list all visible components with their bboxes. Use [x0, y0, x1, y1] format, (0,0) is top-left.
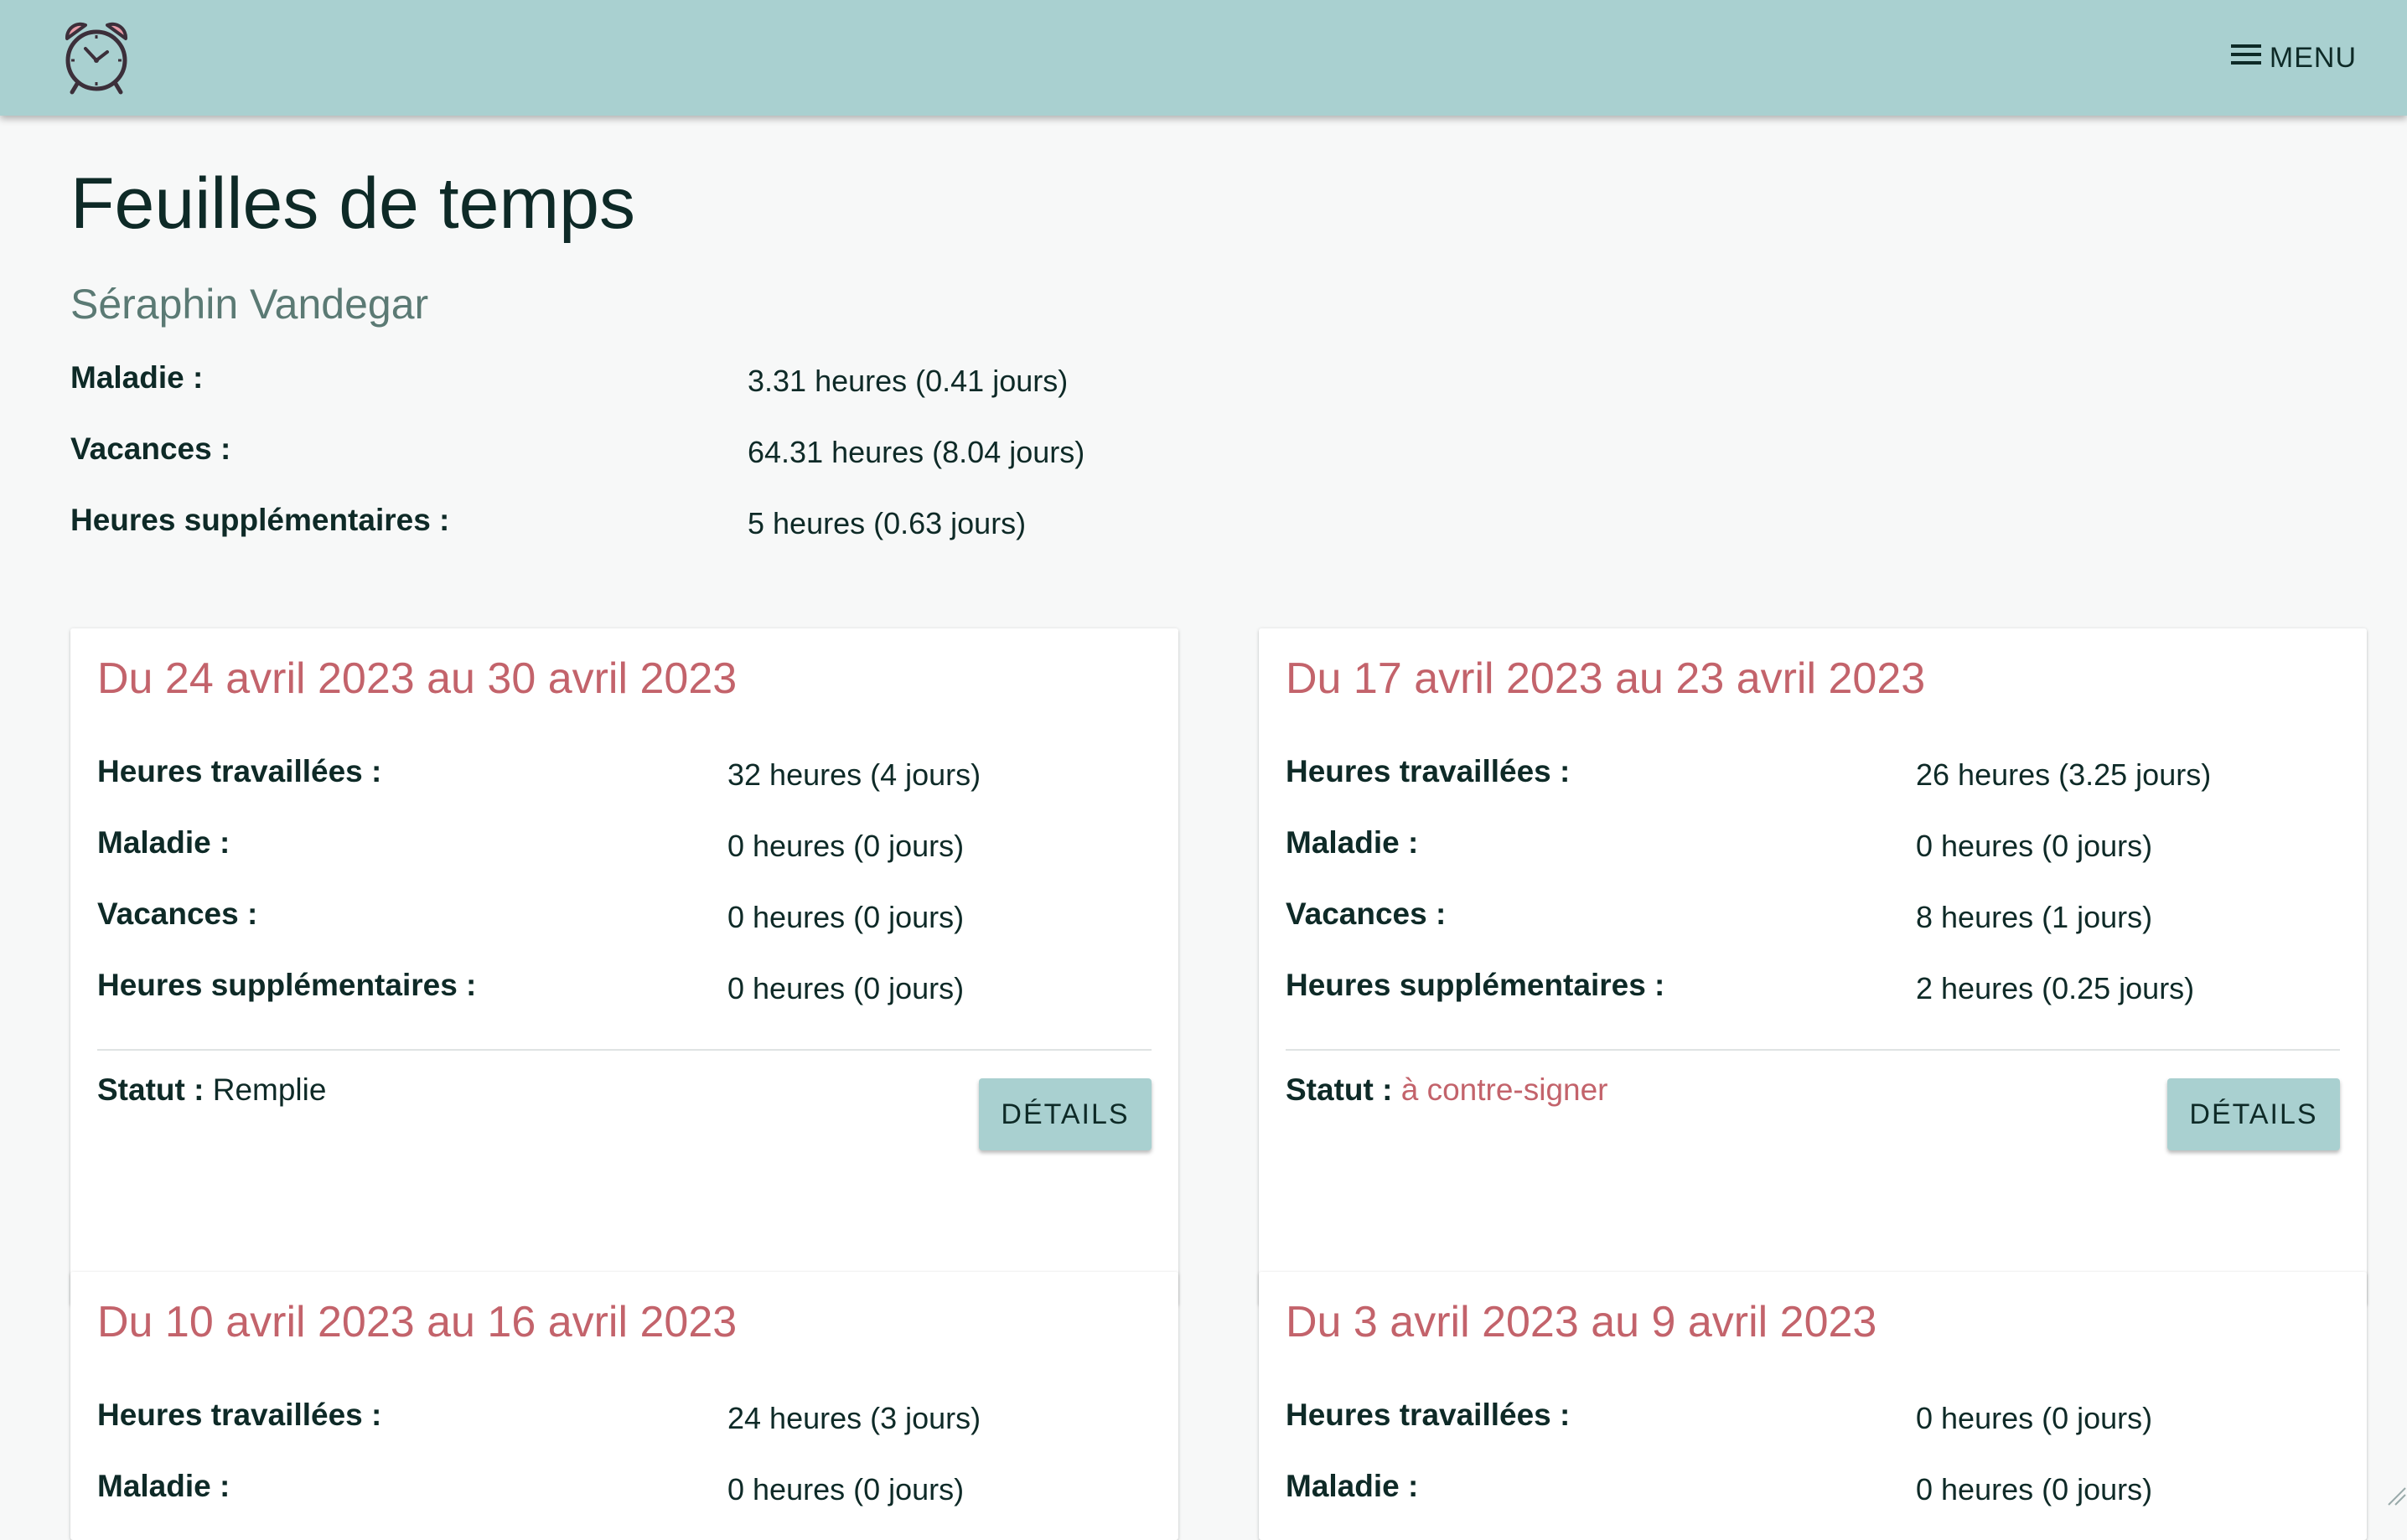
card-row-sick: Maladie : 0 heures (0 jours)	[1286, 1469, 2340, 1519]
page-title: Feuilles de temps	[70, 163, 635, 244]
row-value: 24 heures (3 jours)	[727, 1401, 981, 1435]
card-row-sick: Maladie : 0 heures (0 jours)	[1286, 825, 2340, 876]
row-label: Maladie :	[1286, 825, 1419, 860]
card-row-worked: Heures travaillées : 32 heures (4 jours)	[97, 754, 1152, 804]
row-label: Heures supplémentaires :	[1286, 968, 1665, 1002]
card-row-vacation: Vacances : 0 heures (0 jours)	[97, 897, 1152, 947]
row-value: 26 heures (3.25 jours)	[1916, 757, 2212, 792]
row-value: 0 heures (0 jours)	[727, 900, 965, 934]
details-button[interactable]: DÉTAILS	[2167, 1078, 2340, 1150]
row-value: 0 heures (0 jours)	[727, 1472, 965, 1506]
row-value: 32 heures (4 jours)	[727, 757, 981, 792]
user-name: Séraphin Vandegar	[70, 281, 429, 328]
row-label: Maladie :	[97, 825, 230, 860]
card-row-worked: Heures travaillées : 26 heures (3.25 jou…	[1286, 754, 2340, 804]
status-value: à contre-signer	[1400, 1072, 1608, 1107]
resize-grip-icon[interactable]	[2384, 1483, 2407, 1506]
row-value: 0 heures (0 jours)	[727, 971, 965, 1005]
row-value: 0 heures (0 jours)	[1916, 1472, 2153, 1506]
row-label: Heures travaillées :	[97, 1398, 382, 1432]
status-line: Statut : à contre-signer	[1286, 1072, 1608, 1108]
row-value: 0 heures (0 jours)	[1916, 1401, 2153, 1435]
card-row-overtime: Heures supplémentaires : 2 heures (0.25 …	[1286, 968, 2340, 1018]
card-title: Du 10 avril 2023 au 16 avril 2023	[97, 1298, 738, 1346]
card-row-worked: Heures travaillées : 24 heures (3 jours)	[97, 1398, 1152, 1448]
alarm-clock-icon[interactable]	[60, 17, 132, 97]
summary-row-sick: Maladie : 3.31 heures (0.41 jours)	[70, 360, 1244, 432]
card-row-sick: Maladie : 0 heures (0 jours)	[97, 825, 1152, 876]
card-row-sick: Maladie : 0 heures (0 jours)	[97, 1469, 1152, 1519]
card-title: Du 24 avril 2023 au 30 avril 2023	[97, 654, 738, 703]
row-label: Maladie :	[97, 1469, 230, 1503]
timesheet-card: Du 3 avril 2023 au 9 avril 2023 Heures t…	[1259, 1272, 2367, 1540]
status-value: Remplie	[212, 1072, 327, 1107]
row-value: 8 heures (1 jours)	[1916, 900, 2153, 934]
summary-value: 5 heures (0.63 jours)	[748, 506, 1027, 540]
row-label: Heures travaillées :	[97, 754, 382, 788]
status-label: Statut :	[1286, 1072, 1393, 1107]
menu-label: MENU	[2269, 41, 2357, 74]
card-row-vacation: Vacances : 8 heures (1 jours)	[1286, 897, 2340, 947]
card-row-worked: Heures travaillées : 0 heures (0 jours)	[1286, 1398, 2340, 1448]
row-label: Heures supplémentaires :	[97, 968, 477, 1002]
timesheet-card: Du 17 avril 2023 au 23 avril 2023 Heures…	[1259, 628, 2367, 1305]
row-label: Heures travaillées :	[1286, 754, 1571, 788]
card-divider	[1286, 1049, 2340, 1051]
summary-row-overtime: Heures supplémentaires : 5 heures (0.63 …	[70, 503, 1244, 574]
menu-button[interactable]: MENU	[2228, 37, 2357, 79]
top-app-bar: MENU	[0, 0, 2407, 116]
status-line: Statut : Remplie	[97, 1072, 326, 1108]
row-label: Vacances :	[97, 897, 258, 931]
row-value: 0 heures (0 jours)	[727, 829, 965, 863]
row-label: Heures travaillées :	[1286, 1398, 1571, 1432]
card-title: Du 17 avril 2023 au 23 avril 2023	[1286, 654, 1926, 703]
card-title: Du 3 avril 2023 au 9 avril 2023	[1286, 1298, 1877, 1346]
row-value: 0 heures (0 jours)	[1916, 829, 2153, 863]
row-label: Vacances :	[1286, 897, 1447, 931]
summary-row-vacation: Vacances : 64.31 heures (8.04 jours)	[70, 432, 1244, 503]
balance-summary: Maladie : 3.31 heures (0.41 jours) Vacan…	[70, 360, 1244, 574]
summary-value: 3.31 heures (0.41 jours)	[748, 364, 1069, 398]
card-divider	[97, 1049, 1152, 1051]
hamburger-icon	[2228, 39, 2265, 77]
summary-value: 64.31 heures (8.04 jours)	[748, 435, 1085, 469]
details-button[interactable]: DÉTAILS	[979, 1078, 1152, 1150]
summary-label: Heures supplémentaires :	[70, 503, 450, 537]
status-label: Statut :	[97, 1072, 204, 1107]
timesheet-card: Du 10 avril 2023 au 16 avril 2023 Heures…	[70, 1272, 1178, 1540]
row-value: 2 heures (0.25 jours)	[1916, 971, 2195, 1005]
summary-label: Vacances :	[70, 432, 231, 466]
row-label: Maladie :	[1286, 1469, 1419, 1503]
timesheet-card: Du 24 avril 2023 au 30 avril 2023 Heures…	[70, 628, 1178, 1305]
card-row-overtime: Heures supplémentaires : 0 heures (0 jou…	[97, 968, 1152, 1018]
summary-label: Maladie :	[70, 360, 204, 395]
